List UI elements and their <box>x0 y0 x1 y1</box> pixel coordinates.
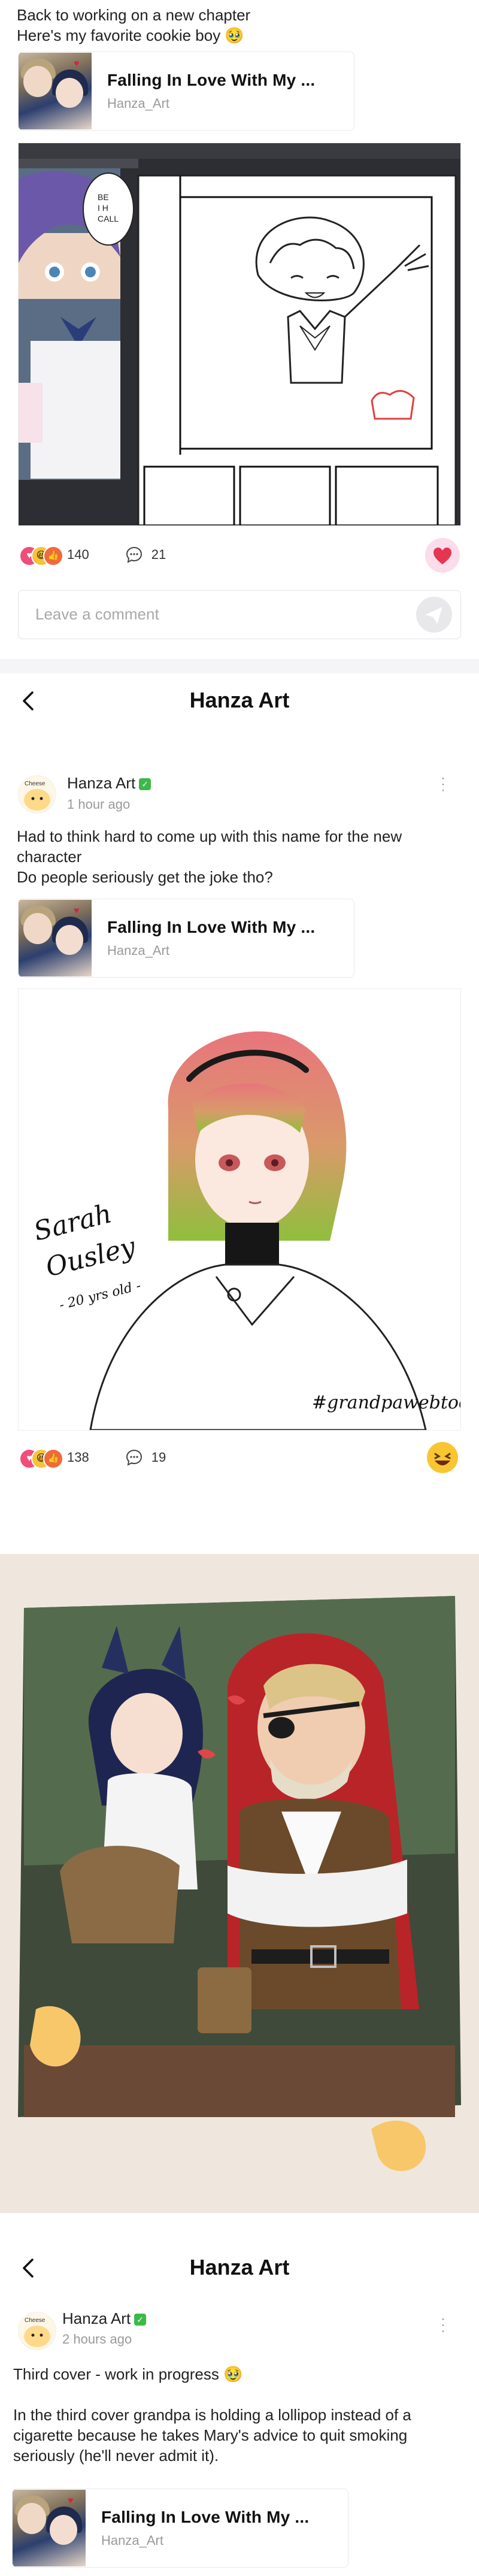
reaction-count[interactable]: 140 <box>67 547 89 563</box>
series-thumbnail: ♥ <box>19 900 92 976</box>
reaction-icons: ♥ 😆 👍 <box>19 1446 63 1469</box>
page-title: Hanza Art <box>189 2255 290 2279</box>
post-text-line: cigarette because he takes Mary's advice… <box>13 2426 408 2444</box>
verified-icon: ✓ <box>139 778 151 790</box>
post-image[interactable]: Sarah Ousley - 20 yrs old - #grandpawebt… <box>18 988 461 1431</box>
heart-icon: ♥ <box>74 59 80 69</box>
author-name[interactable]: Hanza Art ✓ <box>67 774 151 793</box>
post-text-line: Back to working on a new chapter <box>17 6 251 24</box>
author-name[interactable]: Hanza Art ✓ <box>62 2309 147 2328</box>
series-title: Falling In Love With My ... <box>107 918 316 936</box>
post-text: Back to working on a new chapter Here's … <box>17 5 250 46</box>
comment-count: 19 <box>151 1450 166 1465</box>
svg-text:Cheese: Cheese <box>25 781 46 787</box>
svg-text:CALL: CALL <box>98 214 119 223</box>
post-image[interactable] <box>0 1554 479 2213</box>
artwork-illustration: BE I H CALL <box>19 143 460 525</box>
heart-icon: ♥ <box>68 2496 74 2506</box>
post-time: 1 hour ago <box>67 797 131 812</box>
post-time: 2 hours ago <box>62 2332 132 2347</box>
series-card[interactable]: ♥ Falling In Love With My ... Hanza_Art <box>18 52 354 131</box>
laugh-reaction-button[interactable] <box>425 1440 460 1475</box>
send-icon <box>425 607 442 624</box>
post-text-line: seriously (he'll never admit it). <box>13 2447 219 2465</box>
series-thumbnail: ♥ <box>13 2490 86 2566</box>
series-card[interactable]: ♥ Falling In Love With My ... Hanza_Art <box>18 899 354 978</box>
svg-text:I H: I H <box>98 203 108 213</box>
laugh-reaction-icon <box>427 1442 458 1473</box>
post-image[interactable]: BE I H CALL <box>18 143 461 526</box>
reaction-icons: ♥ 😆 👍 <box>19 543 63 566</box>
more-icon[interactable]: · · · <box>440 2313 446 2337</box>
post-text-line: Had to think hard to come up with this n… <box>17 827 402 845</box>
post-1: Back to working on a new chapter Here's … <box>0 0 479 659</box>
comment-placeholder: Leave a comment <box>35 605 159 623</box>
comment-count: 21 <box>151 547 166 562</box>
series-thumbnail: ♥ <box>19 53 92 129</box>
post-text-line: In the third cover grandpa is holding a … <box>13 2406 411 2424</box>
page-header: Hanza Art <box>0 673 479 727</box>
reaction-count[interactable]: 138 <box>67 1450 89 1465</box>
post-text: Third cover - work in progress 🥹 In the … <box>13 2364 411 2466</box>
artwork-illustration <box>0 1554 479 2213</box>
series-title: Falling In Love With My ... <box>107 71 316 89</box>
like-reaction-icon: 👍 <box>43 546 63 566</box>
send-button[interactable] <box>416 597 452 633</box>
heart-icon <box>433 548 451 564</box>
heart-icon: ♥ <box>74 906 80 916</box>
comment-icon[interactable] <box>125 546 143 564</box>
more-icon[interactable]: · · · <box>440 772 446 796</box>
svg-text:BE: BE <box>98 192 109 202</box>
heart-reaction-button[interactable] <box>425 538 460 573</box>
page-title: Hanza Art <box>189 688 290 712</box>
like-reaction-icon: 👍 <box>43 1449 63 1469</box>
comment-icon[interactable] <box>125 1449 143 1467</box>
svg-text:#grandpawebtoon: #grandpawebtoon <box>312 1392 460 1413</box>
avatar[interactable]: Cheese <box>18 2312 56 2350</box>
section-divider <box>0 659 479 673</box>
artwork-illustration: Sarah Ousley - 20 yrs old - #grandpawebt… <box>19 989 460 1430</box>
post-text-line: Third cover - work in progress 🥹 <box>13 2365 243 2383</box>
post-text-line: Do people seriously get the joke tho? <box>17 868 273 886</box>
series-author: Hanza_Art <box>107 943 169 958</box>
section-divider <box>0 1530 479 1554</box>
avatar[interactable]: Cheese <box>18 775 56 814</box>
reaction-bar: ♥ 😆 👍 140 21 <box>19 543 166 566</box>
reaction-bar: ♥ 😆 👍 138 19 <box>19 1446 166 1469</box>
author-name-text: Hanza Art <box>67 774 136 792</box>
post-3: Hanza Art Cheese Hanza Art ✓ 2 hours ago … <box>0 2213 479 2576</box>
series-card[interactable]: ♥ Falling In Love With My ... Hanza_Art <box>12 2489 348 2568</box>
post-2: Hanza Art Cheese Hanza Art ✓ 1 hour ago ·… <box>0 673 479 1530</box>
series-title: Falling In Love With My ... <box>101 2508 310 2526</box>
post-text-line: character <box>17 848 82 866</box>
comment-input[interactable]: Leave a comment <box>18 590 461 639</box>
series-author: Hanza_Art <box>107 96 169 111</box>
author-name-text: Hanza Art <box>62 2309 131 2327</box>
post-text-line: Here's my favorite cookie boy 🥹 <box>17 26 244 44</box>
svg-text:Cheese: Cheese <box>25 2317 46 2324</box>
page-header: Hanza Art <box>0 2241 479 2294</box>
series-author: Hanza_Art <box>101 2533 163 2548</box>
verified-icon: ✓ <box>134 2314 147 2326</box>
post-text: Had to think hard to come up with this n… <box>17 826 402 887</box>
